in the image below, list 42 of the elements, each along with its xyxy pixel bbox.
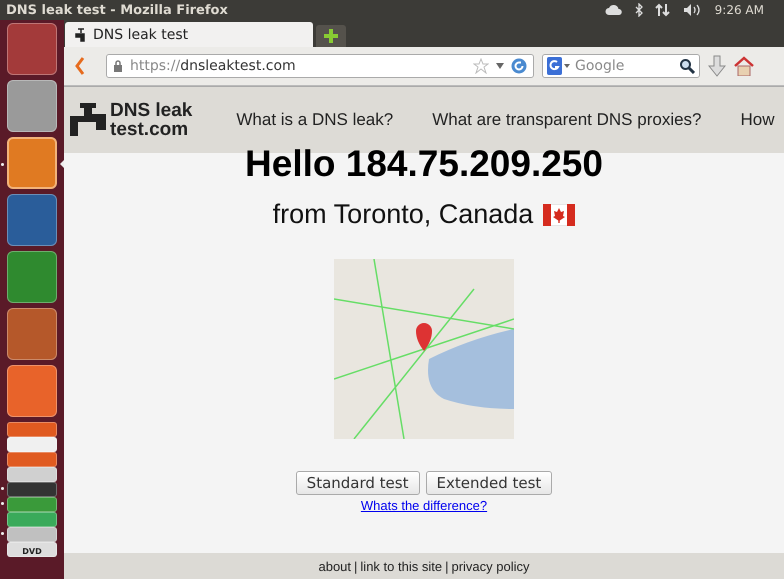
footer-link[interactable]: privacy policy [451, 558, 530, 574]
running-indicator [1, 163, 4, 166]
difference-link[interactable]: Whats the difference? [360, 498, 488, 513]
search-icon[interactable] [679, 58, 695, 74]
address-field[interactable]: https://dnsleaktest.com [106, 54, 534, 78]
test-button[interactable]: Standard test [296, 471, 420, 495]
running-indicator [1, 532, 4, 535]
home-icon[interactable] [734, 56, 754, 76]
clock-text[interactable]: 9:26 AM [714, 3, 764, 17]
plus-icon [323, 28, 339, 44]
lock-icon [113, 60, 123, 72]
ip-greeting: Hello 184.75.209.250 [245, 143, 603, 185]
nav-link[interactable]: What is a DNS leak? [236, 110, 394, 130]
nav-link[interactable]: What are transparent DNS proxies? [432, 110, 702, 130]
separator-text: | [445, 558, 448, 574]
cloud-icon[interactable] [604, 4, 623, 16]
search-field[interactable]: Google [542, 54, 700, 78]
download-arrow-icon[interactable] [708, 55, 726, 77]
network-arrows-icon[interactable] [654, 3, 671, 17]
search-engine-icon[interactable] [547, 57, 571, 75]
site-logo[interactable]: DNS leak test.com [70, 101, 192, 139]
test-button[interactable]: Extended test [426, 471, 552, 495]
running-indicator [1, 487, 4, 490]
faucet-icon [75, 28, 87, 42]
canada-flag-icon [543, 204, 576, 226]
dropdown-caret-icon[interactable] [496, 63, 504, 69]
browser-tab[interactable]: DNS leak test [65, 22, 313, 47]
launcher-app-icon[interactable]: DVD [7, 542, 57, 557]
star-icon[interactable] [473, 58, 489, 74]
nav-link[interactable]: How [740, 110, 775, 130]
footer-link[interactable]: about [318, 558, 352, 574]
search-input[interactable]: Google [575, 58, 675, 74]
reload-icon[interactable] [511, 58, 527, 74]
bluetooth-icon[interactable] [634, 3, 643, 17]
window-title: DNS leak test - Mozilla Firefox [6, 2, 228, 18]
location-text: from Toronto, Canada [272, 199, 534, 230]
back-icon[interactable] [74, 56, 86, 76]
separator-text: | [354, 558, 358, 574]
footer-link[interactable]: link to this site [360, 558, 442, 574]
running-indicator [1, 502, 4, 505]
launcher-app-icon[interactable] [7, 137, 57, 189]
new-tab-button[interactable] [316, 25, 346, 47]
